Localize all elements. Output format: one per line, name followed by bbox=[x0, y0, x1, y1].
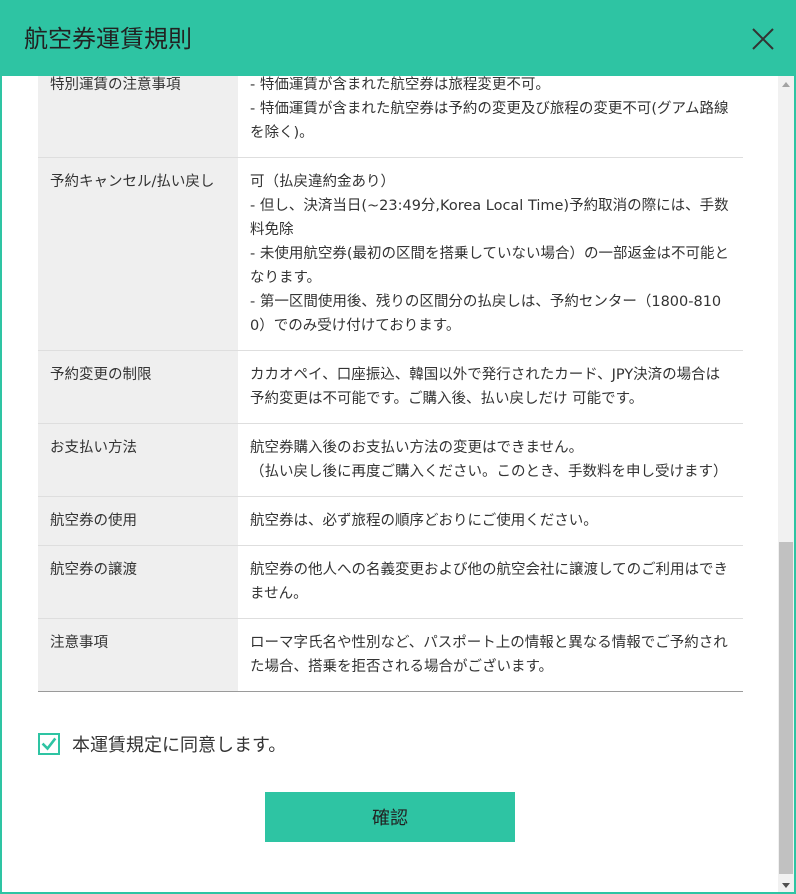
fare-rule-value-line: 航空券は、必ず旅程の順序どおりにご使用ください。 bbox=[250, 513, 598, 529]
fare-rule-value-line: - 特価運賃が含まれた航空券は旅程変更不可。 bbox=[250, 77, 550, 93]
close-button[interactable] bbox=[750, 26, 776, 52]
fare-rule-value-line: （払い戻し後に再度ご購入ください。このとき、手数料を申し受けます） bbox=[250, 464, 728, 480]
fare-rule-value: ローマ字氏名や性別など、パスポート上の情報と異なる情報でご予約された場合、搭乗を… bbox=[238, 618, 743, 692]
fare-rules-modal: 特別運賃の注意事項 - 特価運賃が含まれた航空券は旅程変更不可。 - 特価運賃が含ま… bbox=[0, 0, 796, 894]
close-icon bbox=[752, 28, 774, 50]
fare-rule-value-line: ローマ字氏名や性別など、パスポート上の情報と異なる情報でご予約された場合、搭乗を… bbox=[250, 635, 728, 675]
fare-rule-label: 予約変更の制限 bbox=[38, 350, 238, 424]
scroll-down-arrow-icon[interactable] bbox=[782, 883, 790, 888]
fare-rule-label: 注意事項 bbox=[38, 618, 238, 692]
agreement-row[interactable]: 本運賃規定に同意します。 bbox=[38, 730, 286, 758]
fare-rule-row: 航空券の譲渡 航空券の他人への名義変更および他の航空会社に譲渡してのご利用はできま… bbox=[38, 545, 743, 619]
fare-rule-value-line: カカオペイ、口座振込、韓国以外で発行されたカード、JPY決済の場合は 予約変更は… bbox=[250, 367, 725, 407]
fare-rules-table: 特別運賃の注意事項 - 特価運賃が含まれた航空券は旅程変更不可。 - 特価運賃が含ま… bbox=[38, 61, 743, 692]
fare-rule-value: 航空券は、必ず旅程の順序どおりにご使用ください。 bbox=[238, 496, 743, 546]
fare-rules-body: 特別運賃の注意事項 - 特価運賃が含まれた航空券は旅程変更不可。 - 特価運賃が含ま… bbox=[38, 61, 743, 692]
fare-rule-row: 予約変更の制限 カカオペイ、口座振込、韓国以外で発行されたカード、JPY決済の場合… bbox=[38, 350, 743, 424]
fare-rule-value: 可（払戻違約金あり） - 但し、決済当日(~23:49分,Korea Local … bbox=[238, 157, 743, 351]
scroll-up-arrow-icon[interactable] bbox=[782, 82, 790, 87]
fare-rule-value-line: - 第一区間使用後、残りの区間分の払戻しは、予約センター（1800-8100）で… bbox=[250, 294, 722, 334]
modal-scroll-area[interactable]: 特別運賃の注意事項 - 特価運賃が含まれた航空券は旅程変更不可。 - 特価運賃が含ま… bbox=[2, 2, 778, 892]
fare-rule-value: 航空券の他人への名義変更および他の航空会社に譲渡してのご利用はできません。 bbox=[238, 545, 743, 619]
fare-rule-label: お支払い方法 bbox=[38, 423, 238, 497]
fare-rule-label: 航空券の譲渡 bbox=[38, 545, 238, 619]
fare-rule-row: 注意事項 ローマ字氏名や性別など、パスポート上の情報と異なる情報でご予約された場合… bbox=[38, 618, 743, 692]
fare-rule-row: 航空券の使用 航空券は、必ず旅程の順序どおりにご使用ください。 bbox=[38, 496, 743, 546]
fare-rule-row: お支払い方法 航空券購入後のお支払い方法の変更はできません。 （払い戻し後に再度ご購… bbox=[38, 423, 743, 497]
modal-header: 航空券運賃規則 bbox=[2, 2, 794, 76]
fare-rule-label: 航空券の使用 bbox=[38, 496, 238, 546]
modal-title: 航空券運賃規則 bbox=[24, 25, 192, 53]
fare-rule-value-line: 航空券購入後のお支払い方法の変更はできません。 bbox=[250, 440, 584, 456]
fare-rule-value-line: 可（払戻違約金あり） bbox=[250, 174, 395, 190]
fare-rule-label: 予約キャンセル/払い戻し bbox=[38, 157, 238, 351]
fare-rule-value: カカオペイ、口座振込、韓国以外で発行されたカード、JPY決済の場合は 予約変更は… bbox=[238, 350, 743, 424]
vertical-scrollbar[interactable] bbox=[778, 76, 794, 892]
checkmark-icon bbox=[41, 737, 57, 751]
confirm-button[interactable]: 確認 bbox=[265, 792, 515, 842]
fare-rule-value-line: 航空券の他人への名義変更および他の航空会社に譲渡してのご利用はできません。 bbox=[250, 562, 729, 602]
agreement-checkbox[interactable] bbox=[38, 733, 60, 755]
fare-rule-value: 航空券購入後のお支払い方法の変更はできません。 （払い戻し後に再度ご購入ください。… bbox=[238, 423, 743, 497]
fare-rule-value-line: - 特価運賃が含まれた航空券は予約の変更及び旅程の変更不可(グアム路線を除く)。 bbox=[250, 101, 729, 141]
modal-content: 特別運賃の注意事項 - 特価運賃が含まれた航空券は旅程変更不可。 - 特価運賃が含ま… bbox=[2, 61, 778, 692]
fare-rule-value-line: - 未使用航空券(最初の区間を搭乗していない場合）の一部返金は不可能となります。 bbox=[250, 246, 730, 286]
agreement-label[interactable]: 本運賃規定に同意します。 bbox=[72, 731, 286, 757]
scrollbar-thumb[interactable] bbox=[779, 542, 793, 874]
fare-rule-value-line: - 但し、決済当日(~23:49分,Korea Local Time)予約取消の… bbox=[250, 198, 729, 238]
fare-rule-row: 予約キャンセル/払い戻し 可（払戻違約金あり） - 但し、決済当日(~23:49分,… bbox=[38, 157, 743, 351]
